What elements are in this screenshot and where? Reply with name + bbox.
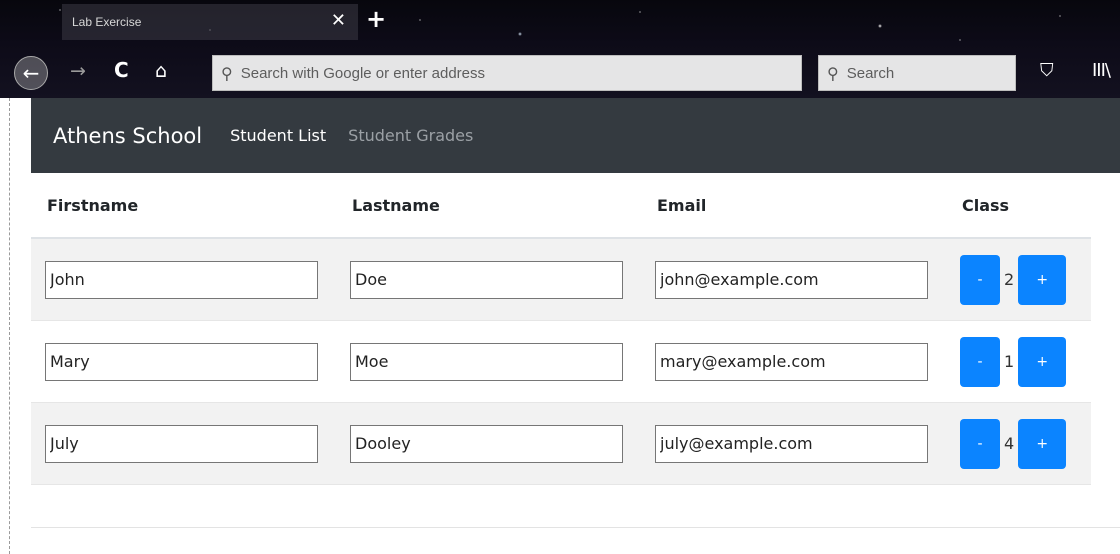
library-icon[interactable]: III\ bbox=[1092, 60, 1111, 81]
lastname-input[interactable] bbox=[350, 424, 623, 463]
firstname-input[interactable] bbox=[45, 424, 318, 463]
url-bar[interactable]: ⚲ Search with Google or enter address bbox=[212, 55, 802, 91]
page-edge-divider bbox=[9, 98, 10, 554]
lastname-input[interactable] bbox=[350, 342, 623, 381]
class-value: 4 bbox=[1004, 434, 1015, 453]
browser-chrome: Lab Exercise ✕ + ← → C ⌂ ⚲ Search with G… bbox=[0, 0, 1120, 98]
header-email: Email bbox=[657, 195, 707, 215]
extensions-icon[interactable]: ⛉ bbox=[1040, 60, 1054, 81]
close-icon[interactable]: ✕ bbox=[331, 11, 346, 31]
decrement-class-button[interactable]: - bbox=[960, 418, 1000, 469]
email-input[interactable] bbox=[655, 342, 928, 381]
increment-class-button[interactable]: + bbox=[1018, 336, 1067, 387]
plus-icon[interactable]: + bbox=[366, 6, 386, 32]
firstname-input[interactable] bbox=[45, 342, 318, 381]
search-icon: ⚲ bbox=[827, 63, 839, 83]
footer-divider bbox=[31, 527, 1120, 528]
search-icon: ⚲ bbox=[221, 63, 233, 83]
class-value: 2 bbox=[1004, 270, 1015, 289]
table-row: - 2 + bbox=[31, 239, 1091, 321]
table-row: - 4 + bbox=[31, 403, 1091, 485]
browser-tab[interactable]: Lab Exercise ✕ bbox=[62, 4, 358, 40]
nav-link-student-list[interactable]: Student List bbox=[230, 126, 326, 145]
class-stepper: - 4 + bbox=[946, 403, 1091, 484]
header-class: Class bbox=[962, 195, 1010, 215]
tab-title: Lab Exercise bbox=[72, 15, 142, 29]
students-table: Firstname Lastname Email Class - 2 + - 1… bbox=[31, 173, 1091, 485]
table-row: - 1 + bbox=[31, 321, 1091, 403]
lastname-input[interactable] bbox=[350, 260, 623, 299]
class-stepper: - 2 + bbox=[946, 239, 1091, 320]
back-button[interactable]: ← bbox=[14, 56, 48, 90]
table-header: Firstname Lastname Email Class bbox=[31, 173, 1091, 239]
header-firstname: Firstname bbox=[47, 195, 139, 215]
arrow-left-icon: ← bbox=[22, 61, 40, 85]
increment-class-button[interactable]: + bbox=[1018, 254, 1067, 305]
search-placeholder: Search bbox=[846, 64, 895, 82]
decrement-class-button[interactable]: - bbox=[960, 254, 1000, 305]
header-lastname: Lastname bbox=[352, 195, 440, 215]
home-icon[interactable]: ⌂ bbox=[155, 60, 167, 82]
class-value: 1 bbox=[1004, 352, 1015, 371]
decrement-class-button[interactable]: - bbox=[960, 336, 1000, 387]
brand-logo[interactable]: Athens School bbox=[53, 124, 202, 148]
firstname-input[interactable] bbox=[45, 260, 318, 299]
increment-class-button[interactable]: + bbox=[1018, 418, 1067, 469]
url-placeholder: Search with Google or enter address bbox=[240, 64, 486, 82]
nav-link-student-grades[interactable]: Student Grades bbox=[348, 126, 473, 145]
app-navbar: Athens School Student List Student Grade… bbox=[31, 98, 1120, 173]
email-input[interactable] bbox=[655, 260, 928, 299]
class-stepper: - 1 + bbox=[946, 321, 1091, 402]
search-bar[interactable]: ⚲ Search bbox=[818, 55, 1016, 91]
email-input[interactable] bbox=[655, 424, 928, 463]
reload-icon[interactable]: C bbox=[114, 58, 129, 82]
arrow-right-icon[interactable]: → bbox=[70, 60, 86, 82]
